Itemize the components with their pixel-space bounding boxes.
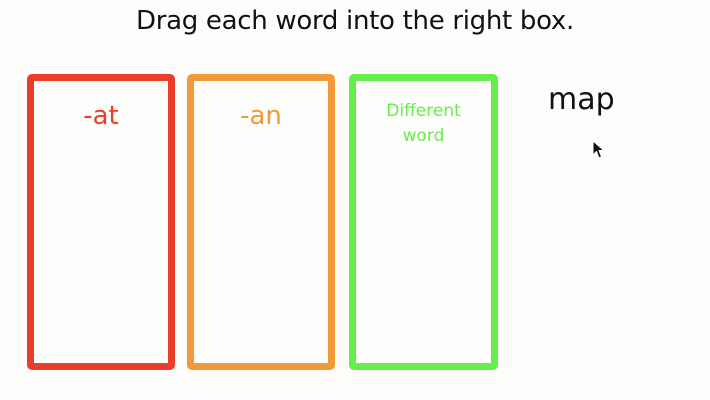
mouse-pointer-icon xyxy=(592,140,605,159)
drop-box-at[interactable]: -at xyxy=(27,74,175,370)
drop-box-at-label: -at xyxy=(83,101,119,131)
drop-box-different-word-label: Different word xyxy=(386,101,461,146)
instruction-heading: Drag each word into the right box. xyxy=(136,6,574,36)
drop-box-an-label: -an xyxy=(240,101,282,131)
drop-box-an[interactable]: -an xyxy=(187,74,335,370)
draggable-word[interactable]: map xyxy=(548,82,615,117)
drop-box-different-word[interactable]: Different word xyxy=(349,74,498,370)
